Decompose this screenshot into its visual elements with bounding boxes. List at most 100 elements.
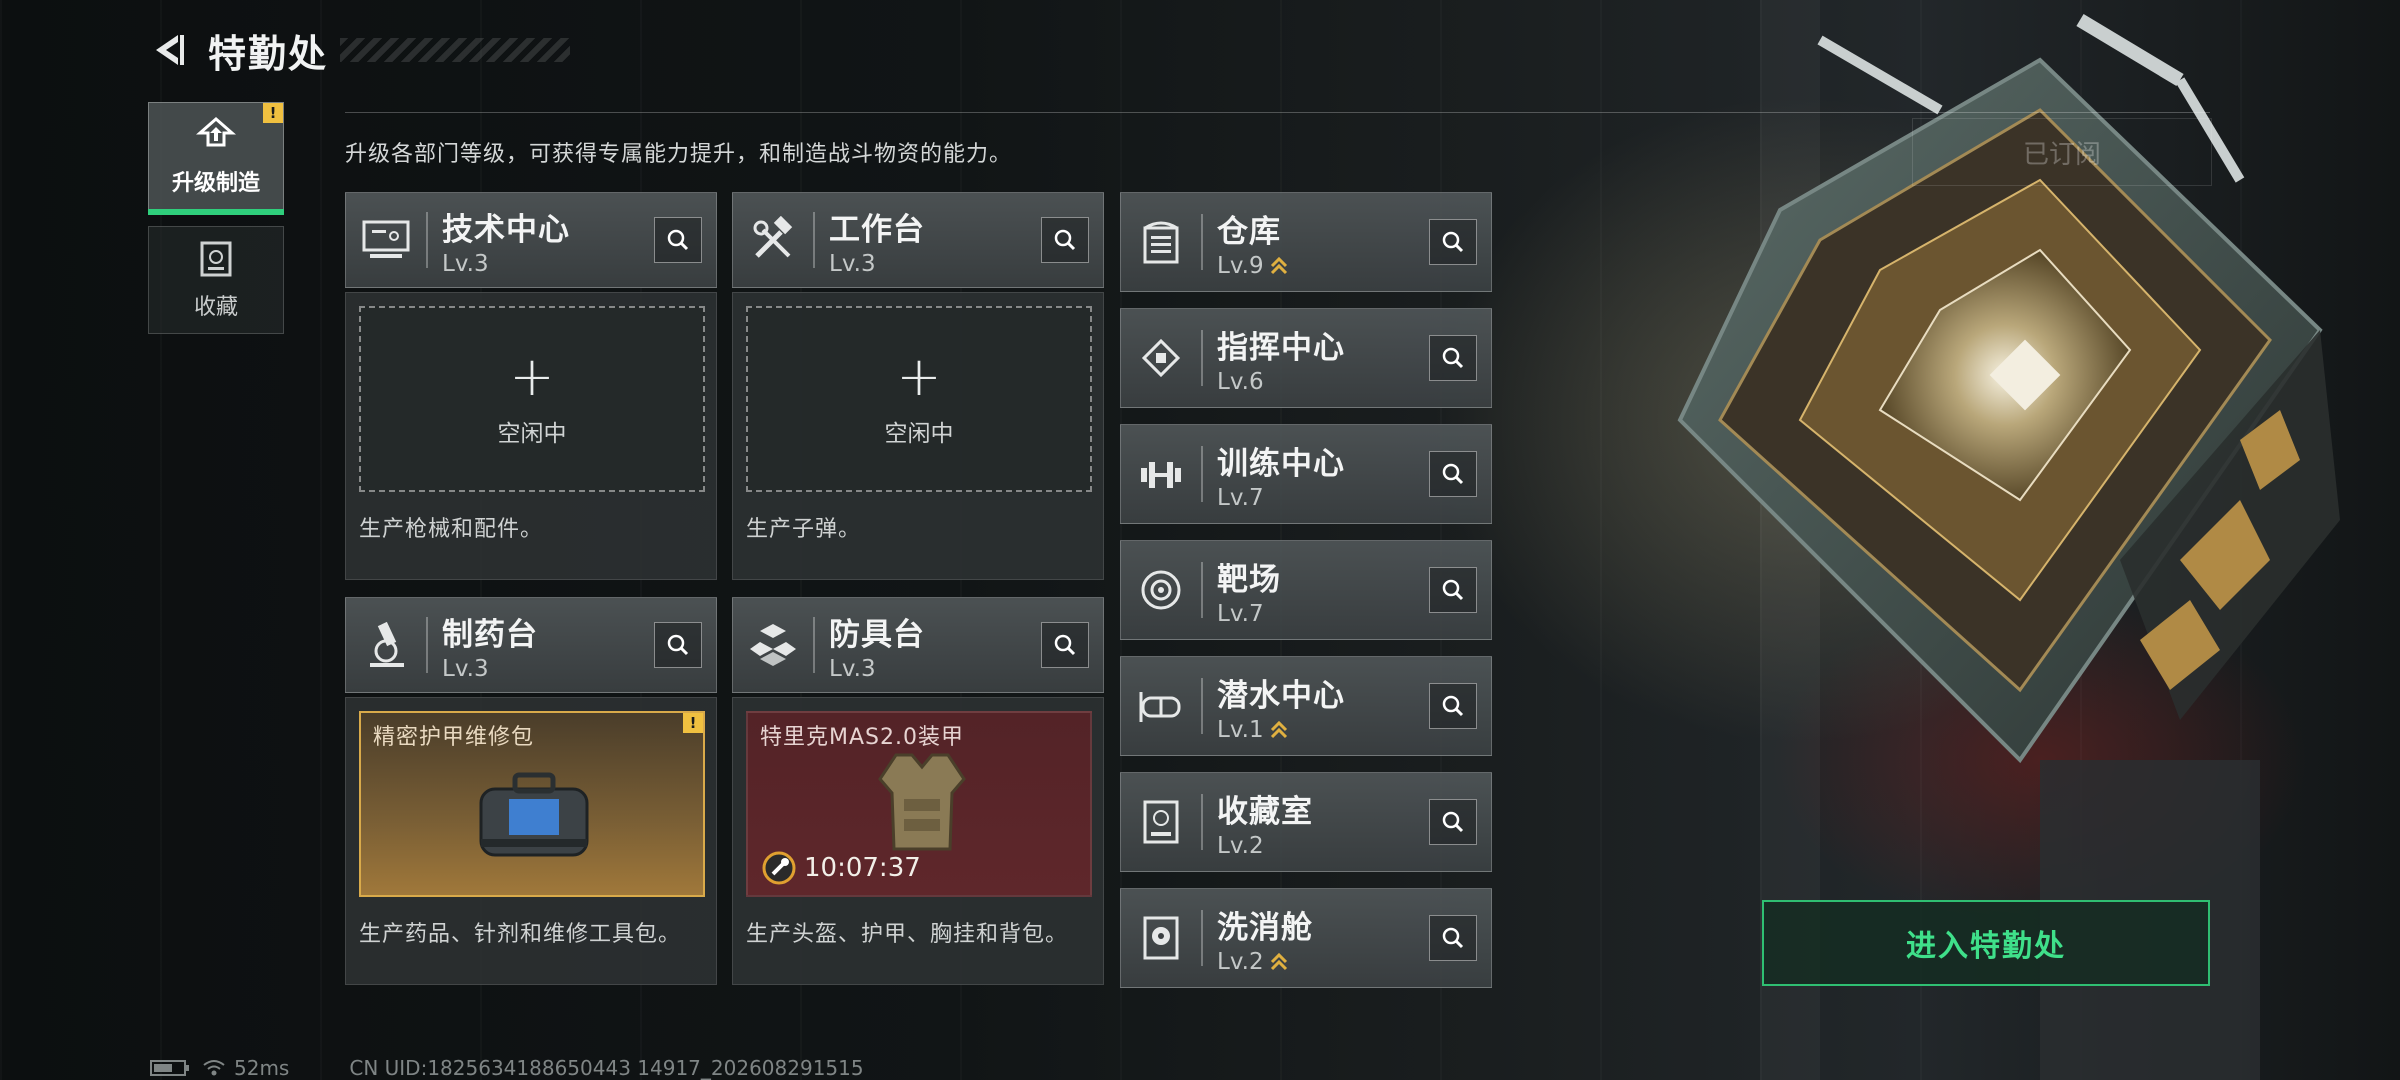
alert-badge: ! (263, 103, 283, 123)
microscope-icon (370, 621, 404, 667)
ping-text: 52ms (234, 1056, 290, 1080)
production-description: 生产药品、针剂和维修工具包。 (359, 922, 682, 947)
computer-icon (362, 220, 410, 258)
production-description: 生产枪械和配件。 (359, 517, 544, 542)
production-slot-item[interactable]: 特里克MAS2.0装甲 10:07:37 (746, 711, 1092, 897)
search-button[interactable] (1429, 451, 1477, 497)
station-pharmacy[interactable]: 制药台 Lv.3 (345, 597, 717, 693)
room-decon-chamber[interactable]: 洗消舱 Lv.2 (1120, 888, 1492, 988)
search-button[interactable] (1041, 622, 1089, 668)
sidebar-item-label: 收藏 (193, 295, 238, 320)
station-level: Lv.3 (829, 250, 876, 277)
room-level: Lv.7 (1217, 600, 1264, 627)
title-decoration (340, 38, 571, 62)
back-arrow-icon[interactable] (148, 29, 190, 71)
add-icon: + (896, 345, 942, 408)
room-level: Lv.2 (1217, 948, 1264, 975)
search-button[interactable] (1429, 799, 1477, 845)
upgrade-arrow-icon (1270, 256, 1287, 274)
upgrade-arrow-icon (1270, 720, 1287, 738)
alert-badge: ! (683, 713, 703, 733)
room-level: Lv.2 (1217, 832, 1264, 859)
production-description: 生产头盔、护甲、胸挂和背包。 (746, 922, 1069, 947)
search-button[interactable] (654, 217, 702, 263)
station-level: Lv.3 (442, 250, 489, 277)
search-button[interactable] (1041, 217, 1089, 263)
room-command-center[interactable]: 指挥中心 Lv.6 (1120, 308, 1492, 408)
radiation-icon (1143, 916, 1179, 960)
collection-icon (200, 241, 232, 277)
station-name: 技术中心 (442, 211, 570, 248)
room-name: 指挥中心 (1217, 329, 1345, 366)
production-description: 生产子弹。 (746, 517, 862, 542)
station-name: 工作台 (829, 211, 925, 248)
search-icon (1442, 231, 1464, 253)
status-bar: 52ms CN UID:1825634188650443 14917_20260… (150, 1056, 864, 1080)
search-icon (1054, 229, 1076, 251)
garage-door-icon (1143, 221, 1179, 264)
enter-special-ops-button[interactable]: 进入特勤处 (1762, 900, 2210, 986)
room-warehouse[interactable]: 仓库 Lv.9 (1120, 192, 1492, 292)
slot-status: 空闲中 (884, 421, 954, 447)
production-slot-empty[interactable]: + 空闲中 (746, 306, 1092, 492)
station-armor-bench[interactable]: 防具台 Lv.3 (732, 597, 1104, 693)
room-collection-room[interactable]: 收藏室 Lv.2 (1120, 772, 1492, 872)
search-icon (667, 229, 689, 251)
production-panel-workbench: + 空闲中 生产子弹。 (732, 292, 1104, 580)
page-title: 特勤处 (208, 31, 329, 76)
upgrade-arrow-icon (1270, 952, 1287, 970)
item-name: 特里克MAS2.0装甲 (760, 725, 964, 750)
search-button[interactable] (1429, 567, 1477, 613)
search-button[interactable] (1429, 219, 1477, 265)
sidebar-item-collection[interactable]: 收藏 (148, 226, 284, 334)
production-panel-armor-bench: 特里克MAS2.0装甲 10:07:37 生产头盔、护甲、胸挂和背包。 (732, 697, 1104, 985)
station-name: 制药台 (442, 616, 538, 653)
room-name: 收藏室 (1217, 793, 1313, 830)
timer-text: 10:07:37 (804, 853, 921, 883)
room-diving-center[interactable]: 潜水中心 Lv.1 (1120, 656, 1492, 756)
repair-kit-icon (479, 772, 589, 857)
diving-mask-icon (1139, 692, 1181, 722)
wifi-icon (203, 1060, 225, 1076)
room-name: 训练中心 (1217, 445, 1345, 482)
armor-blocks-icon (750, 624, 796, 666)
slot-status: 空闲中 (497, 421, 567, 447)
production-panel-tech-center: + 空闲中 生产枪械和配件。 (345, 292, 717, 580)
search-icon (1442, 695, 1464, 717)
room-name: 洗消舱 (1217, 909, 1313, 946)
sidebar-item-label: 升级制造 (171, 171, 260, 196)
station-tech-center[interactable]: 技术中心 Lv.3 (345, 192, 717, 288)
search-button[interactable] (1429, 335, 1477, 381)
station-level: Lv.3 (829, 655, 876, 682)
production-slot-item[interactable]: 精密护甲维修包 ! (359, 711, 705, 897)
search-icon (667, 634, 689, 656)
production-slot-empty[interactable]: + 空闲中 (359, 306, 705, 492)
subscribe-button[interactable]: 已订阅 (1912, 118, 2212, 186)
search-icon (1442, 347, 1464, 369)
room-level: Lv.9 (1217, 252, 1264, 279)
room-level: Lv.6 (1217, 368, 1264, 395)
dumbbell-icon (1141, 462, 1181, 488)
search-icon (1054, 634, 1076, 656)
room-level: Lv.1 (1217, 716, 1264, 743)
search-button[interactable] (1429, 683, 1477, 729)
room-shooting-range[interactable]: 靶场 Lv.7 (1120, 540, 1492, 640)
armor-vest-icon (878, 753, 966, 851)
room-training-center[interactable]: 训练中心 Lv.7 (1120, 424, 1492, 524)
production-timer: 10:07:37 (762, 851, 921, 885)
search-button[interactable] (1429, 915, 1477, 961)
uid-text: CN UID:1825634188650443 14917_2026082915… (349, 1056, 864, 1080)
station-name: 防具台 (829, 616, 925, 653)
station-workbench[interactable]: 工作台 Lv.3 (732, 192, 1104, 288)
room-level: Lv.7 (1217, 484, 1264, 511)
sidebar-item-upgrade-craft[interactable]: 升级制造 ! (148, 102, 284, 215)
tools-icon (753, 216, 793, 258)
top-bar: 特勤处 (148, 22, 571, 78)
search-icon (1442, 927, 1464, 949)
battery-icon (150, 1060, 189, 1076)
upgrade-build-icon (196, 117, 236, 147)
command-chip-icon (1141, 338, 1181, 378)
search-button[interactable] (654, 622, 702, 668)
wrench-timer-icon (762, 851, 796, 885)
station-level: Lv.3 (442, 655, 489, 682)
